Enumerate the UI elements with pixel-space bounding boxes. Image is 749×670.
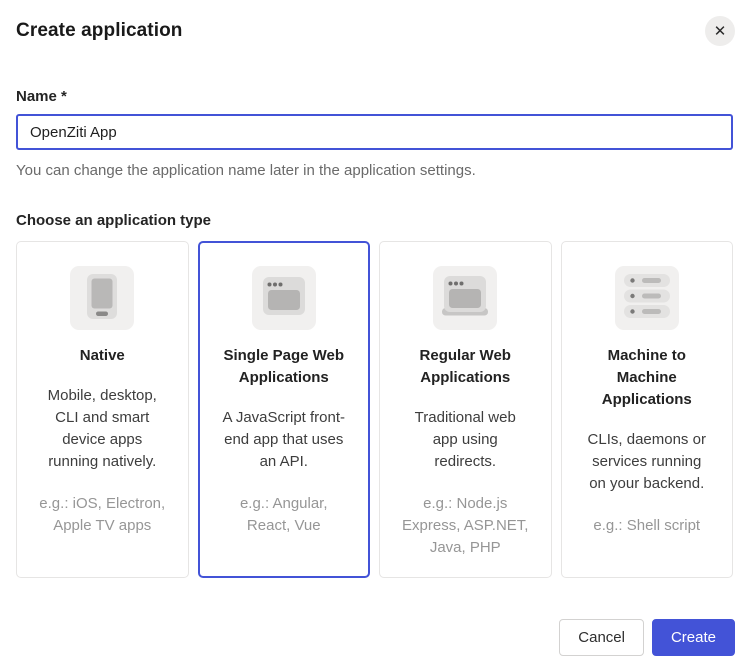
type-card-regular-web[interactable]: Regular Web Applications Traditional web… (379, 241, 552, 578)
dialog-footer: Cancel Create (559, 619, 735, 656)
type-card-spa[interactable]: Single Page Web Applications A JavaScrip… (198, 241, 371, 578)
application-type-label: Choose an application type (16, 212, 733, 229)
dialog-header: Create application ✕ (0, 0, 749, 46)
name-label: Name * (16, 88, 733, 105)
type-title: Single Page Web Applications (220, 345, 348, 389)
cancel-button[interactable]: Cancel (559, 619, 644, 656)
type-title: Regular Web Applications (401, 345, 529, 389)
type-title: Machine to Machine Applications (583, 345, 711, 411)
application-name-input[interactable] (16, 114, 733, 150)
application-type-grid: Native Mobile, desktop, CLI and smart de… (0, 241, 749, 578)
type-description: Traditional web app using redirects. (400, 407, 530, 473)
dialog-title: Create application (16, 20, 183, 42)
type-description: Mobile, desktop, CLI and smart device ap… (37, 385, 167, 473)
create-button[interactable]: Create (652, 619, 735, 656)
type-title: Native (38, 345, 166, 367)
type-description: CLIs, daemons or services running on you… (582, 429, 712, 495)
type-examples: e.g.: iOS, Electron, Apple TV apps (36, 493, 168, 537)
type-card-native[interactable]: Native Mobile, desktop, CLI and smart de… (16, 241, 189, 578)
browser-server-icon (433, 264, 497, 333)
icon-tile (70, 266, 134, 330)
type-examples: e.g.: Shell script (581, 515, 713, 537)
create-application-dialog: Create application ✕ Name * You can chan… (0, 0, 749, 670)
close-button[interactable]: ✕ (705, 16, 735, 46)
icon-tile (433, 266, 497, 330)
type-card-m2m[interactable]: Machine to Machine Applications CLIs, da… (561, 241, 734, 578)
icon-tile (252, 266, 316, 330)
application-form: Name * You can change the application na… (0, 88, 749, 229)
type-description: A JavaScript front-end app that uses an … (219, 407, 349, 473)
name-helper-text: You can change the application name late… (16, 162, 733, 179)
type-examples: e.g.: Node.js Express, ASP.NET, Java, PH… (399, 493, 531, 559)
close-icon: ✕ (714, 24, 727, 39)
server-rack-icon (615, 264, 679, 333)
type-examples: e.g.: Angular, React, Vue (218, 493, 350, 537)
phone-icon (70, 264, 134, 333)
browser-window-icon (252, 264, 316, 333)
icon-tile (615, 266, 679, 330)
